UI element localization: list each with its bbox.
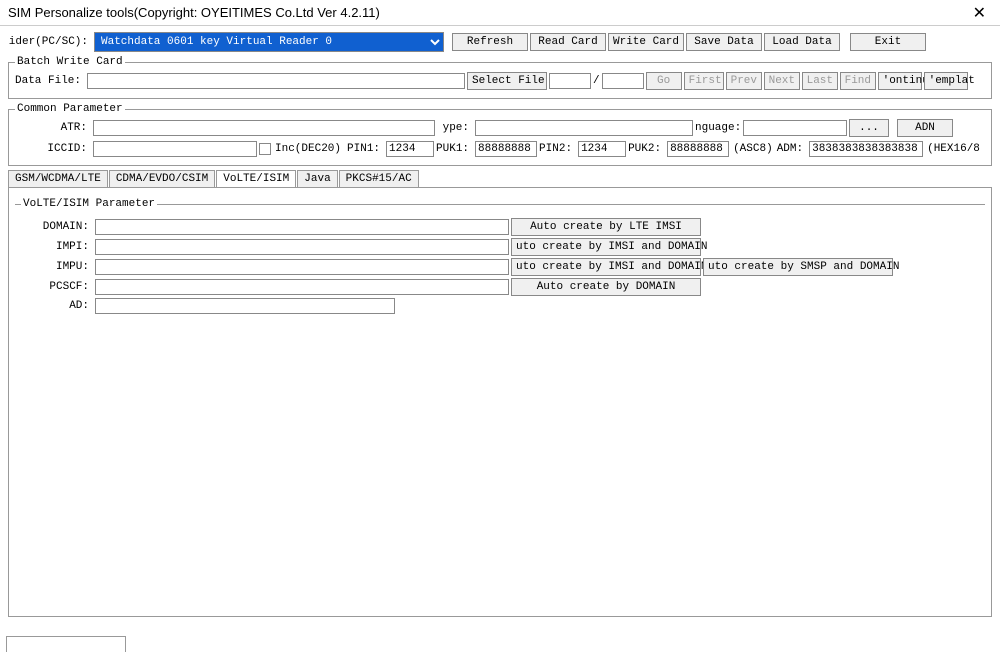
save-data-button[interactable]: Save Data — [686, 33, 762, 51]
volte-fieldset: VoLTE/ISIM Parameter DOMAIN: Auto create… — [15, 198, 985, 608]
impu-auto-button-2[interactable]: uto create by SMSP and DOMAIN — [703, 258, 893, 276]
close-icon[interactable]: ✕ — [967, 3, 992, 23]
ad-label: AD: — [21, 300, 93, 312]
tab-java[interactable]: Java — [297, 170, 337, 187]
idx1-input[interactable] — [549, 73, 591, 89]
load-data-button[interactable]: Load Data — [764, 33, 840, 51]
inc-checkbox[interactable] — [259, 143, 271, 155]
exit-button[interactable]: Exit — [850, 33, 926, 51]
type-input[interactable] — [475, 120, 693, 136]
tab-content: VoLTE/ISIM Parameter DOMAIN: Auto create… — [8, 187, 992, 617]
domain-auto-button[interactable]: Auto create by LTE IMSI — [511, 218, 701, 236]
tab-cdma[interactable]: CDMA/EVDO/CSIM — [109, 170, 215, 187]
impu-auto-button-1[interactable]: uto create by IMSI and DOMAIN — [511, 258, 701, 276]
iccid-label: ICCID: — [15, 143, 91, 155]
pin2-input[interactable] — [578, 141, 626, 157]
atr-input[interactable] — [93, 120, 435, 136]
impi-label: IMPI: — [21, 241, 93, 253]
impu-input[interactable] — [95, 259, 509, 275]
status-tab — [6, 636, 126, 652]
pin1-label: PIN1: — [347, 143, 384, 155]
puk2-label: PUK2: — [628, 143, 665, 155]
continue-button[interactable]: 'ontinu — [878, 72, 922, 90]
common-fieldset: Common Parameter ATR: ype: nguage: ... A… — [8, 103, 992, 166]
find-button[interactable]: Find — [840, 72, 876, 90]
tab-volte[interactable]: VoLTE/ISIM — [216, 170, 296, 187]
lang-input[interactable] — [743, 120, 847, 136]
common-legend: Common Parameter — [15, 103, 125, 115]
asc8-label: (ASC8) — [731, 143, 775, 155]
template-button[interactable]: 'emplat — [924, 72, 968, 90]
inc-label: Inc(DEC20) — [273, 143, 345, 155]
ad-input[interactable] — [95, 298, 395, 314]
read-card-button[interactable]: Read Card — [530, 33, 606, 51]
lang-label: nguage: — [695, 122, 741, 134]
datafile-label: Data File: — [15, 75, 85, 87]
impi-input[interactable] — [95, 239, 509, 255]
refresh-button[interactable]: Refresh — [452, 33, 528, 51]
go-button[interactable]: Go — [646, 72, 682, 90]
window-title: SIM Personalize tools(Copyright: OYEITIM… — [8, 5, 967, 20]
hex-label: (HEX16/8 — [925, 143, 984, 155]
type-label: ype: — [437, 122, 473, 134]
datafile-input[interactable] — [87, 73, 465, 89]
volte-legend: VoLTE/ISIM Parameter — [21, 198, 157, 210]
batch-legend: Batch Write Card — [15, 56, 125, 68]
puk1-label: PUK1: — [436, 143, 473, 155]
select-file-button[interactable]: Select File — [467, 72, 547, 90]
reader-select[interactable]: Watchdata 0601 key Virtual Reader 0 — [94, 32, 444, 52]
pcscf-label: PCSCF: — [21, 281, 93, 293]
first-button[interactable]: First — [684, 72, 724, 90]
domain-label: DOMAIN: — [21, 221, 93, 233]
write-card-button[interactable]: Write Card — [608, 33, 684, 51]
domain-input[interactable] — [95, 219, 509, 235]
puk2-input[interactable] — [667, 141, 729, 157]
last-button[interactable]: Last — [802, 72, 838, 90]
adm-label: ADM: — [777, 143, 807, 155]
tab-gsm[interactable]: GSM/WCDMA/LTE — [8, 170, 108, 187]
idx2-input[interactable] — [602, 73, 644, 89]
pin1-input[interactable] — [386, 141, 434, 157]
reader-label: ider(PC/SC): — [8, 36, 92, 48]
next-button[interactable]: Next — [764, 72, 800, 90]
impi-auto-button[interactable]: uto create by IMSI and DOMAIN — [511, 238, 701, 256]
pcscf-auto-button[interactable]: Auto create by DOMAIN — [511, 278, 701, 296]
impu-label: IMPU: — [21, 261, 93, 273]
batch-fieldset: Batch Write Card Data File: Select File … — [8, 56, 992, 99]
puk1-input[interactable] — [475, 141, 537, 157]
pin2-label: PIN2: — [539, 143, 576, 155]
adn-button[interactable]: ADN — [897, 119, 953, 137]
pcscf-input[interactable] — [95, 279, 509, 295]
slash-label: / — [593, 75, 600, 87]
lang-browse-button[interactable]: ... — [849, 119, 889, 137]
atr-label: ATR: — [15, 122, 91, 134]
tab-pkcs[interactable]: PKCS#15/AC — [339, 170, 419, 187]
adm-input[interactable] — [809, 141, 923, 157]
iccid-input[interactable] — [93, 141, 257, 157]
prev-button[interactable]: Prev — [726, 72, 762, 90]
